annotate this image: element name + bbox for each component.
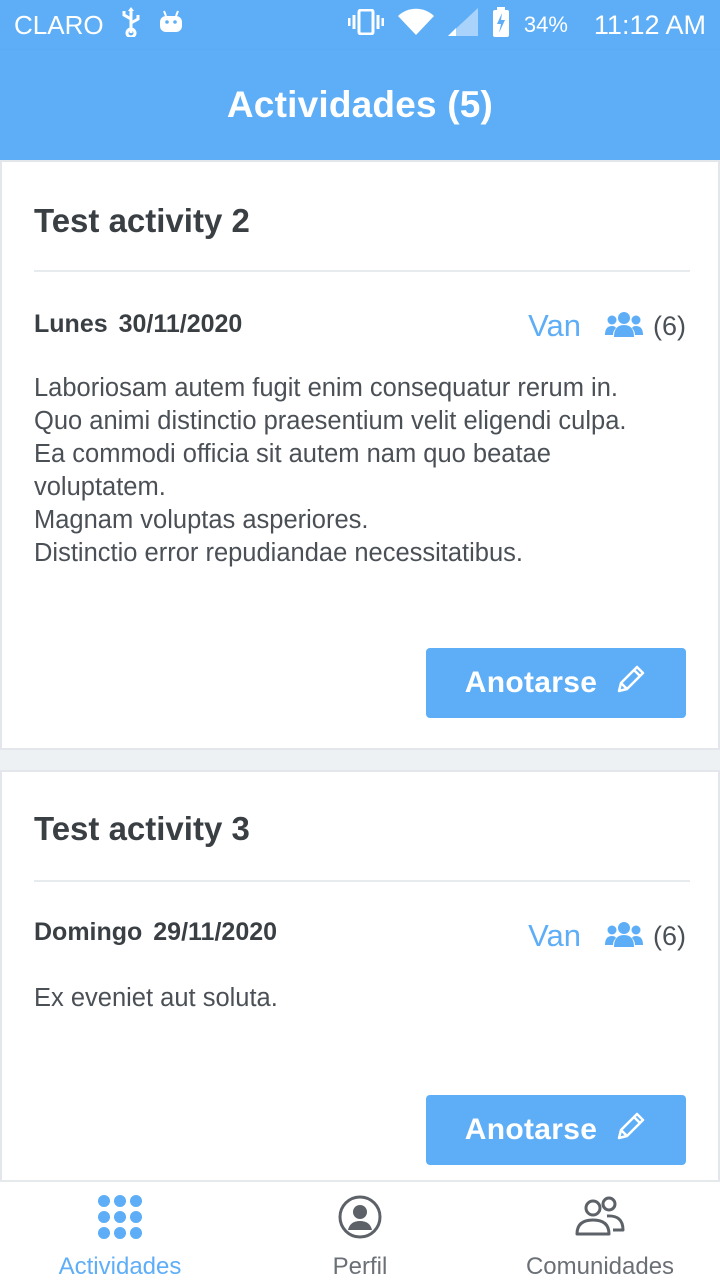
activity-day: Lunes — [34, 310, 108, 338]
attendees-count: (6) — [653, 310, 686, 341]
activity-date-value: 30/11/2020 — [118, 310, 243, 338]
activity-description: Laboriosam autem fugit enim consequatur … — [34, 372, 694, 570]
divider — [34, 270, 690, 272]
activity-description: Ex eveniet aut soluta. — [34, 982, 694, 1015]
attendees-count: (6) — [653, 920, 686, 951]
attendees[interactable]: Van (6) — [528, 918, 686, 954]
activity-day: Domingo — [34, 918, 143, 946]
nav-label: Actividades — [58, 1253, 182, 1280]
signup-button[interactable]: Anotarse — [426, 648, 686, 718]
attendees[interactable]: Van (6) — [528, 308, 686, 344]
signup-button-label: Anotarse — [464, 666, 598, 699]
activity-date: Domingo 29/11/2020 — [34, 918, 277, 947]
nav-item-actividades[interactable]: Actividades — [0, 1182, 240, 1280]
nav-label: Perfil — [332, 1253, 388, 1280]
activity-card[interactable]: Test activity 2 Lunes 30/11/2020 Van (6)… — [0, 160, 720, 750]
communities-icon — [573, 1194, 627, 1245]
activity-card[interactable]: Test activity 3 Domingo 29/11/2020 Van (… — [0, 770, 720, 1180]
attendees-label: Van — [528, 918, 581, 953]
activity-date: Lunes 30/11/2020 — [34, 310, 242, 339]
attendees-label: Van — [528, 308, 581, 343]
app-bar: Actividades (5) — [0, 50, 720, 160]
carrier-label: CLARO — [14, 9, 104, 40]
divider — [34, 880, 690, 882]
signup-button-label: Anotarse — [464, 1113, 598, 1146]
clock: 11:12 AM — [593, 9, 706, 40]
android-icon — [158, 10, 184, 41]
description-line: Magnam voluptas asperiores. — [34, 506, 369, 534]
nav-item-comunidades[interactable]: Comunidades — [480, 1182, 720, 1280]
activity-list[interactable]: Test activity 2 Lunes 30/11/2020 Van (6)… — [0, 160, 720, 1180]
description-line: Quo animi distinctio praesentium velit e… — [34, 407, 627, 435]
description-line: Ex eveniet aut soluta. — [34, 984, 278, 1012]
signup-button[interactable]: Anotarse — [426, 1095, 686, 1165]
activity-title: Test activity 3 — [34, 810, 250, 847]
page-title: Actividades (5) — [226, 84, 494, 125]
wifi-icon — [397, 8, 434, 43]
description-line: Distinctio error repudiandae necessitati… — [34, 539, 524, 567]
signal-icon — [447, 7, 478, 43]
battery-icon — [492, 6, 510, 44]
profile-icon — [337, 1194, 383, 1245]
activity-title: Test activity 2 — [34, 202, 250, 239]
pencil-icon — [615, 1110, 647, 1150]
usb-icon — [120, 6, 142, 44]
grid-icon — [97, 1194, 143, 1245]
description-line: Ea commodi officia sit autem nam quo bea… — [34, 440, 551, 501]
bottom-navigation: Actividades Perfil Comunidades — [0, 1180, 720, 1280]
description-line: Laboriosam autem fugit enim consequatur … — [34, 374, 618, 402]
users-icon — [605, 311, 643, 342]
pencil-icon — [615, 663, 647, 703]
activity-date-value: 29/11/2020 — [153, 918, 278, 946]
nav-label: Comunidades — [525, 1253, 675, 1280]
status-bar: CLARO 34% 11:12 AM — [0, 0, 720, 50]
battery-percent: 34% — [523, 12, 568, 37]
users-icon — [605, 921, 643, 952]
nav-item-perfil[interactable]: Perfil — [240, 1182, 480, 1280]
vibrate-icon — [347, 8, 385, 42]
